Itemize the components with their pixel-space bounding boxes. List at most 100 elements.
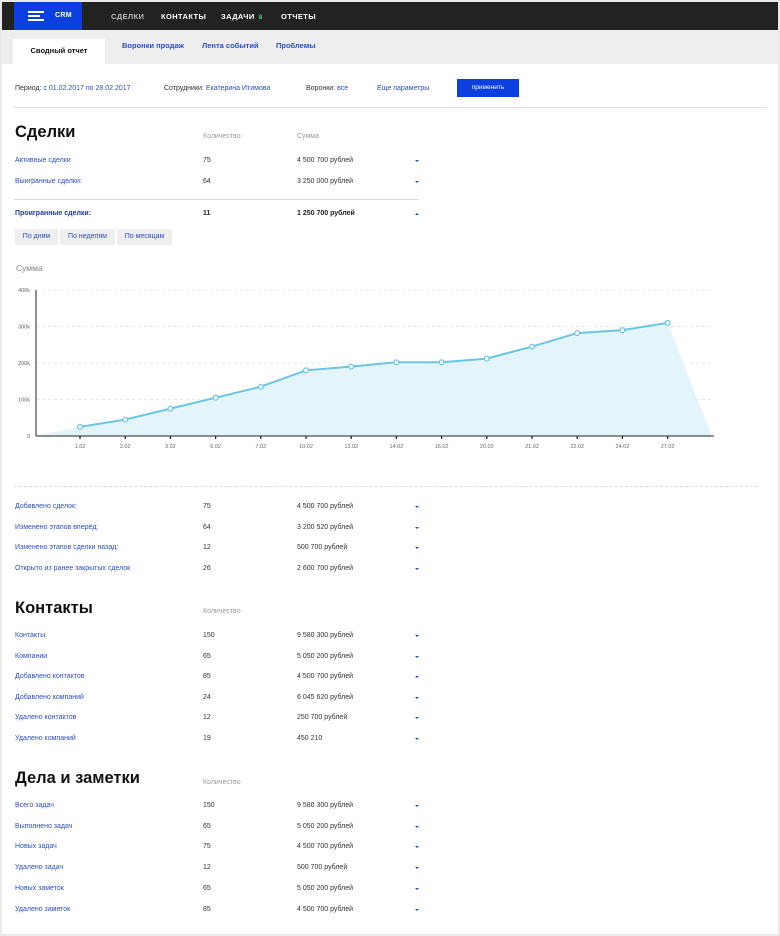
x-tick-label: 16.02 [435, 444, 449, 450]
list-item-count: 65 [203, 652, 211, 660]
tab-sales-funnels[interactable]: Воронки продаж [122, 41, 184, 50]
list-item-label[interactable]: Удалено заметок [15, 906, 70, 913]
list-item-count: 24 [203, 693, 211, 701]
list-item-sum: 4 500 700 рублей [297, 843, 354, 851]
list-item-label[interactable]: Новых заметок [15, 885, 64, 892]
data-point [393, 359, 400, 366]
list-item-label[interactable]: Добавлено контактов [15, 673, 85, 680]
list-item-label[interactable]: Контакты [15, 632, 45, 639]
data-point [574, 330, 581, 337]
list-item-label[interactable]: Выполнено задач [15, 823, 72, 830]
deals-section-title: Сделки [15, 123, 76, 141]
expand-caret-icon[interactable] [415, 160, 419, 162]
list-item-sum: 2 600 700 рублей [297, 564, 354, 572]
lost-deals-count: 11 [203, 210, 211, 217]
more-params-filter: Еще параметры [377, 85, 429, 92]
period-value-link[interactable]: с 01.02.2017 по 28.02.2017 [43, 85, 130, 92]
expand-caret-icon[interactable] [415, 567, 419, 570]
expand-caret-icon[interactable] [415, 506, 419, 508]
list-item-label[interactable]: Удалено компаний [15, 735, 76, 742]
deals-row-label[interactable]: Выигранные сделки: [15, 178, 82, 185]
expand-caret-icon[interactable] [415, 908, 419, 911]
x-tick-label: 2.02 [120, 444, 131, 450]
expand-caret-icon[interactable] [415, 676, 419, 678]
expand-caret-icon[interactable] [415, 825, 419, 828]
list-item-label[interactable]: Новых задач [15, 843, 57, 850]
period-days-button[interactable]: По дням [15, 229, 58, 245]
list-item-label[interactable]: Изменено этапов сделки назад: [15, 544, 118, 551]
expand-caret-icon[interactable] [415, 696, 419, 699]
tab-event-feed[interactable]: Лента событий [202, 41, 259, 50]
period-weeks-button[interactable]: По неделям [60, 229, 115, 245]
list-item-count: 12 [203, 714, 211, 721]
tab-summary-report[interactable]: Сводный отчет [13, 39, 105, 64]
expand-caret-icon[interactable] [415, 526, 419, 529]
expand-caret-icon[interactable] [415, 655, 419, 658]
expand-caret-icon[interactable] [415, 635, 419, 637]
list-item-sum: 5 050 200 рублей [297, 652, 354, 660]
list-item-sum: 450 210 [297, 734, 323, 742]
top-navbar: CRM СДЕЛКИ КОНТАКТЫ ЗАДАЧИ 8 ОТЧЕТЫ [2, 2, 778, 30]
x-tick-label: 3.02 [165, 444, 176, 450]
expand-caret-icon[interactable] [415, 737, 419, 740]
period-label: Период: [15, 85, 42, 92]
nav-reports[interactable]: ОТЧЕТЫ [281, 12, 316, 21]
more-params-link[interactable]: Еще параметры [377, 85, 429, 92]
x-tick-label: 7.02 [255, 444, 266, 450]
app-window: CRM СДЕЛКИ КОНТАКТЫ ЗАДАЧИ 8 ОТЧЕТЫ Сводн… [2, 2, 778, 934]
list-item-count: 150 [203, 802, 215, 809]
data-point [122, 416, 129, 423]
list-item-label[interactable]: Компании [15, 653, 47, 660]
deals-row-label[interactable]: Активные сделки [15, 157, 71, 164]
list-item-label[interactable]: Изменено этапов вперёд: [15, 524, 98, 531]
data-point [257, 383, 264, 390]
nav-deals[interactable]: СДЕЛКИ [111, 12, 144, 21]
deals-row-sum: 4 500 700 рублей [297, 157, 354, 164]
deals-row-count: 64 [203, 178, 211, 185]
list-item-label[interactable]: Открыто из ранее закрытых сделок [15, 565, 130, 572]
expand-caret-icon[interactable] [415, 805, 419, 807]
nav-contacts[interactable]: КОНТАКТЫ [161, 12, 206, 21]
tab-problems[interactable]: Проблемы [276, 41, 316, 50]
list-item-count: 75 [203, 503, 211, 510]
period-filter: Период: с 01.02.2017 по 28.02.2017 [15, 85, 131, 92]
collapse-caret-icon[interactable] [415, 213, 419, 215]
contacts-section-title: Контакты [15, 599, 93, 617]
tasks-count-badge: 8 [258, 14, 263, 21]
period-months-button[interactable]: По месяцам [117, 229, 172, 245]
lost-deals-label[interactable]: Проигранные сделки: [15, 210, 91, 217]
expand-caret-icon[interactable] [415, 867, 419, 870]
data-point [212, 394, 219, 401]
expand-caret-icon[interactable] [415, 887, 419, 890]
data-point [76, 423, 83, 430]
x-tick-label: 20.02 [480, 444, 494, 450]
expand-caret-icon[interactable] [415, 846, 419, 849]
employees-value-link[interactable]: Екатерина Итимова [206, 85, 271, 92]
expand-caret-icon[interactable] [415, 181, 419, 183]
list-item-sum: 500 700 рублей [297, 544, 348, 551]
list-item-label[interactable]: Удалено задач [15, 864, 63, 871]
x-tick-label: 22.02 [570, 444, 584, 450]
list-item-count: 65 [203, 884, 211, 892]
expand-caret-icon[interactable] [415, 717, 419, 719]
list-item-label[interactable]: Всего задач [15, 802, 54, 809]
funnels-value-link[interactable]: все [337, 85, 348, 92]
list-item-count: 12 [203, 864, 211, 872]
x-tick-label: 14.02 [390, 444, 404, 450]
x-tick-label: 1.02 [75, 444, 86, 450]
y-tick-label: 300k [18, 325, 30, 331]
apply-button[interactable]: применить [457, 79, 519, 97]
y-tick-label: 100k [18, 398, 30, 404]
chart-divider [14, 486, 758, 487]
list-item-label[interactable]: Добавлено сделок: [15, 503, 77, 510]
nav-tasks[interactable]: ЗАДАЧИ 8 [221, 12, 263, 21]
lost-deals-sum: 1 250 700 рублей [297, 210, 355, 217]
list-item-label[interactable]: Добавлено компаний [15, 694, 84, 701]
logo-menu-button[interactable]: CRM [14, 2, 82, 30]
hamburger-menu-icon[interactable] [28, 11, 44, 21]
list-item-count: 85 [203, 905, 211, 913]
list-item-label[interactable]: Удалено контактов [15, 714, 76, 721]
data-point [664, 319, 671, 326]
expand-caret-icon[interactable] [415, 547, 419, 549]
data-point [167, 405, 174, 412]
